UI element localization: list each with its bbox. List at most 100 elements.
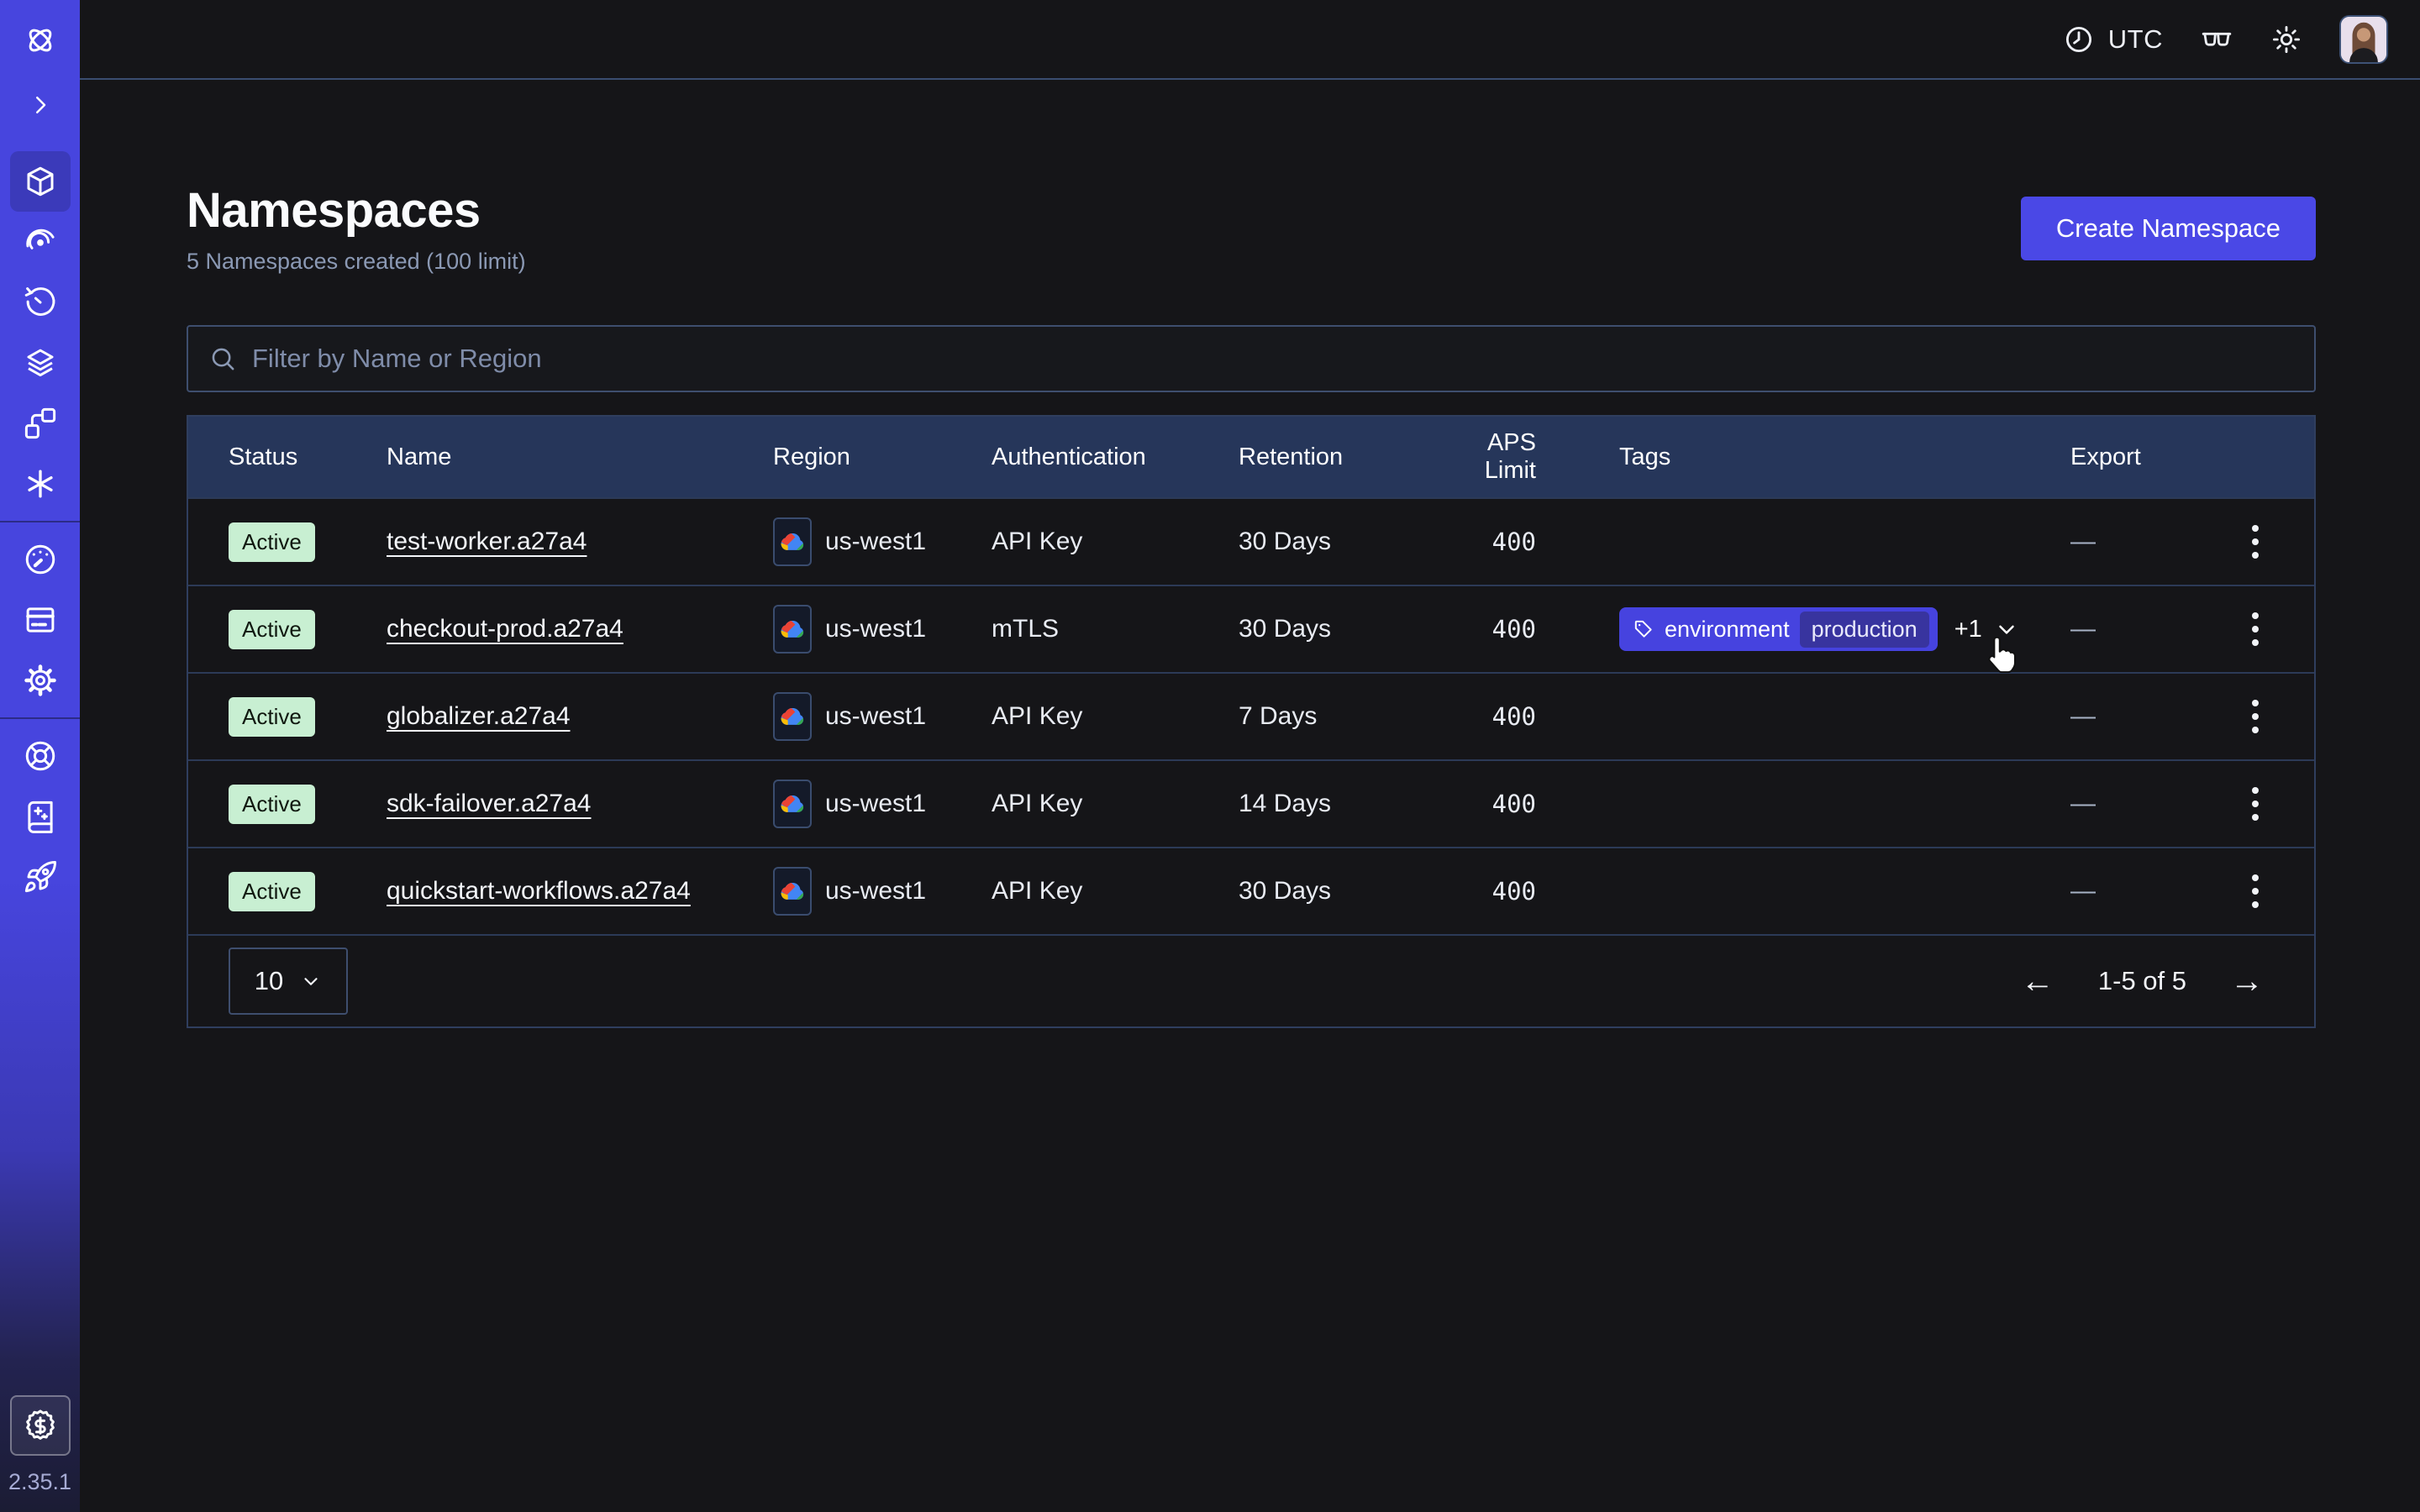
layers-icon [23, 345, 58, 381]
namespace-link[interactable]: checkout-prod.a27a4 [387, 615, 623, 643]
sun-icon [2270, 24, 2302, 55]
rocket-icon [23, 859, 58, 895]
page-title: Namespaces [187, 182, 526, 239]
namespaces-table: Status Name Region Authentication Retent… [187, 415, 2316, 1028]
search-icon [208, 344, 237, 373]
tag-value: production [1800, 612, 1929, 648]
row-actions-menu-button[interactable] [2232, 774, 2279, 834]
clock-icon [2063, 24, 2095, 55]
table-header-row: Status Name Region Authentication Retent… [188, 417, 2314, 497]
prev-page-button[interactable]: ← [2021, 964, 2054, 998]
cube-icon [23, 164, 58, 199]
aps-limit-value: 400 [1432, 702, 1536, 731]
sidebar: 2.35.1 [0, 0, 80, 1512]
aps-limit-value: 400 [1432, 528, 1536, 556]
aps-limit-value: 400 [1432, 877, 1536, 906]
more-tags-count: +1 [1954, 616, 1982, 643]
namespace-link[interactable]: globalizer.a27a4 [387, 702, 571, 730]
chevron-down-icon [1994, 617, 2019, 642]
status-badge: Active [229, 610, 315, 649]
row-actions-menu-button[interactable] [2232, 599, 2279, 659]
region-label: us-west1 [825, 790, 926, 818]
sidebar-item-settings[interactable] [10, 650, 71, 711]
gcp-region-icon [773, 517, 812, 566]
tag-icon [1633, 618, 1655, 640]
table-row: Active quickstart-workflows.a27a4 us-wes… [188, 847, 2314, 934]
status-badge: Active [229, 522, 315, 562]
col-authentication: Authentication [992, 444, 1239, 471]
sidebar-item-getting-started[interactable] [10, 847, 71, 907]
region-label: us-west1 [825, 877, 926, 906]
user-avatar[interactable] [2339, 15, 2388, 64]
sidebar-item-namespaces[interactable] [10, 151, 71, 212]
pagination-range: 1-5 of 5 [2098, 966, 2186, 996]
aps-limit-value: 400 [1432, 615, 1536, 643]
col-status: Status [229, 444, 387, 471]
sidebar-item-support[interactable] [10, 726, 71, 786]
gear-icon [23, 663, 58, 698]
auth-method: API Key [992, 877, 1239, 906]
tag-key: environment [1665, 617, 1790, 643]
retention-value: 7 Days [1239, 702, 1432, 731]
auth-method: API Key [992, 790, 1239, 818]
col-tags: Tags [1536, 444, 2070, 471]
status-badge: Active [229, 785, 315, 824]
theme-toggle-button[interactable] [2270, 24, 2302, 55]
eye-spiral-icon [23, 224, 58, 260]
main-content: Namespaces 5 Namespaces created (100 lim… [80, 81, 2420, 1028]
labs-mode-button[interactable] [2200, 23, 2233, 56]
sidebar-expand-button[interactable] [10, 80, 71, 130]
sidebar-item-insights[interactable] [10, 212, 71, 272]
sidebar-item-billing[interactable] [10, 590, 71, 650]
retention-value: 30 Days [1239, 877, 1432, 906]
table-row: Active checkout-prod.a27a4 us-west1 mTLS… [188, 585, 2314, 672]
sidebar-item-nexus[interactable] [10, 454, 71, 514]
export-value: — [2070, 790, 2196, 818]
retention-value: 14 Days [1239, 790, 1432, 818]
row-actions-menu-button[interactable] [2232, 512, 2279, 572]
namespace-link[interactable]: sdk-failover.a27a4 [387, 790, 592, 817]
browser-card-icon [23, 602, 58, 638]
sidebar-item-schedules[interactable] [10, 272, 71, 333]
row-actions-menu-button[interactable] [2232, 686, 2279, 747]
aps-limit-value: 400 [1432, 790, 1536, 818]
create-namespace-button[interactable]: Create Namespace [2021, 197, 2316, 260]
sidebar-item-stacks[interactable] [10, 333, 71, 393]
upgrade-plan-button[interactable] [10, 1395, 71, 1456]
table-row: Active globalizer.a27a4 us-west1 API Key… [188, 672, 2314, 759]
page-size-value: 10 [255, 966, 283, 996]
col-aps-limit: APS Limit [1432, 429, 1536, 485]
temporal-logo-icon[interactable] [10, 0, 71, 80]
next-page-button[interactable]: → [2230, 964, 2264, 998]
lifebuoy-icon [23, 738, 58, 774]
row-actions-menu-button[interactable] [2232, 861, 2279, 921]
glasses-icon [2200, 23, 2233, 56]
badge-dollar-icon [23, 1408, 58, 1443]
tag-chip[interactable]: environment production [1619, 607, 1938, 651]
sidebar-item-usage[interactable] [10, 529, 71, 590]
region-label: us-west1 [825, 615, 926, 643]
table-footer: 10 ← 1-5 of 5 → [188, 934, 2314, 1026]
region-label: us-west1 [825, 528, 926, 556]
retention-value: 30 Days [1239, 615, 1432, 643]
timer-icon [23, 285, 58, 320]
export-value: — [2070, 702, 2196, 731]
auth-method: API Key [992, 528, 1239, 556]
book-sparkles-icon [23, 799, 58, 834]
namespace-count: 5 Namespaces created (100 limit) [187, 249, 526, 275]
sidebar-item-docs[interactable] [10, 786, 71, 847]
namespace-link[interactable]: quickstart-workflows.a27a4 [387, 877, 691, 905]
page-size-select[interactable]: 10 [229, 948, 348, 1015]
col-name: Name [387, 444, 773, 471]
timezone-label: UTC [2108, 24, 2163, 55]
export-value: — [2070, 528, 2196, 556]
gcp-region-icon [773, 867, 812, 916]
col-region: Region [773, 444, 992, 471]
more-tags-button[interactable]: +1 [1954, 616, 2019, 643]
sidebar-item-deployments[interactable] [10, 393, 71, 454]
timezone-selector[interactable]: UTC [2063, 24, 2163, 55]
filter-input[interactable] [252, 344, 2294, 374]
col-retention: Retention [1239, 444, 1432, 471]
chevron-down-icon [300, 970, 322, 992]
namespace-link[interactable]: test-worker.a27a4 [387, 528, 587, 555]
